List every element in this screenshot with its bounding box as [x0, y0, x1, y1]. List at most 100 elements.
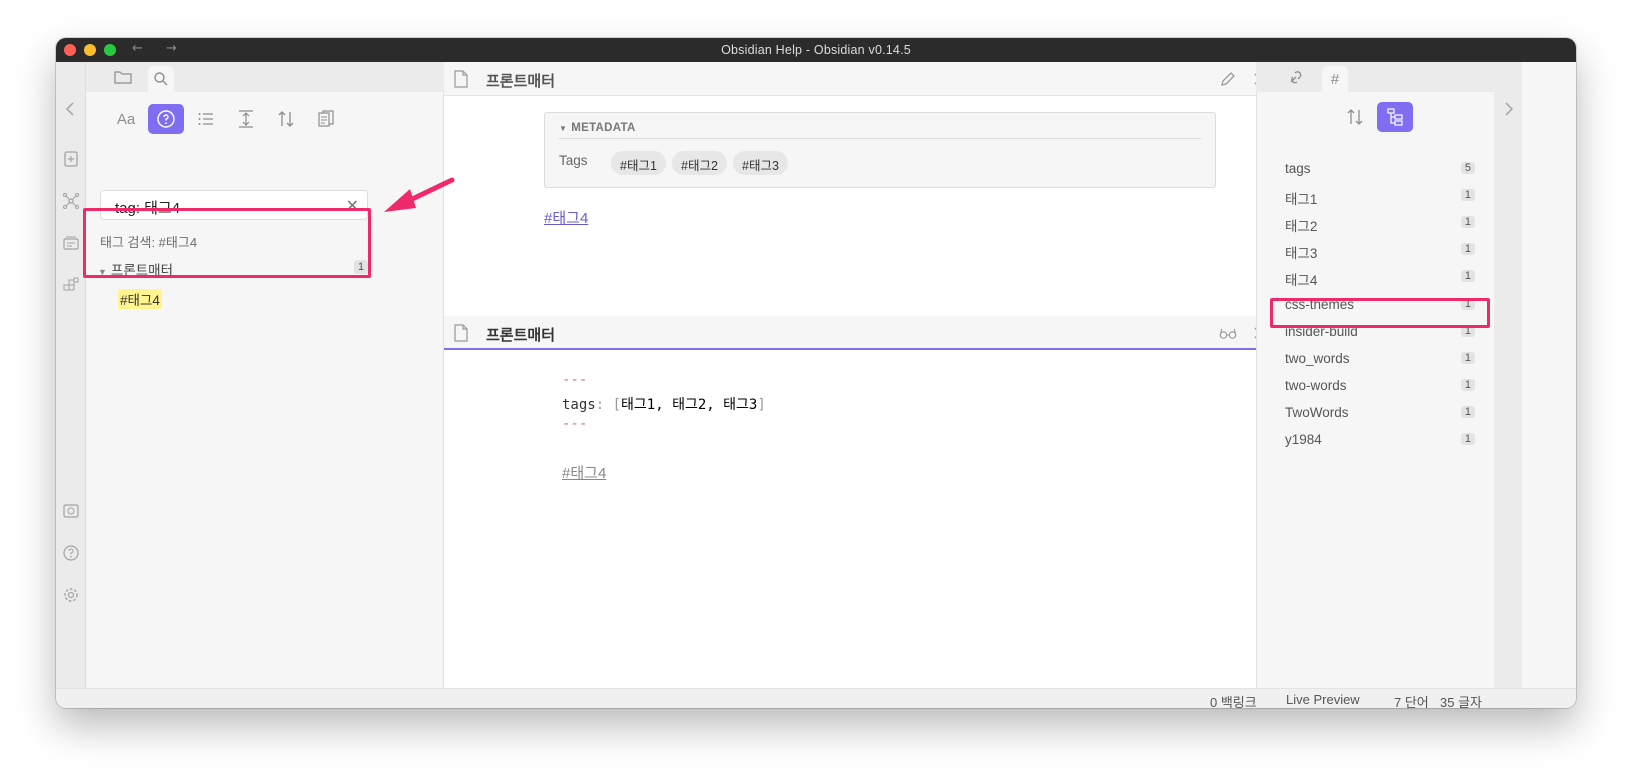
sort-arrows-icon: [278, 111, 294, 127]
metadata-box: ▼ METADATA Tags #태그1 #태그2 #태그3: [544, 112, 1216, 188]
question-circle-icon: [157, 110, 175, 128]
quick-switcher-icon[interactable]: [62, 150, 80, 168]
tab-tags[interactable]: #: [1322, 66, 1348, 92]
folder-icon: [114, 71, 132, 84]
result-match-snippet[interactable]: #태그4: [118, 289, 162, 309]
char-count: 35 글자: [1440, 695, 1482, 708]
tag-row[interactable]: y1984 1: [1285, 429, 1475, 451]
yaml-close-bracket: ]: [757, 397, 766, 413]
app-window: ← → Obsidian Help - Obsidian v0.14.5 Aa: [56, 38, 1576, 708]
right-sidebar-tabs: #: [1256, 62, 1494, 92]
collapse-triangle-icon: ▼: [559, 124, 568, 133]
plugins-icon[interactable]: [62, 276, 80, 294]
tag-name: tags: [1285, 161, 1311, 176]
vault-icon[interactable]: [62, 502, 80, 520]
tag-count: 1: [1460, 379, 1475, 391]
right-ribbon: [1494, 62, 1522, 688]
tab-search[interactable]: [148, 66, 174, 92]
tag-name: TwoWords: [1285, 405, 1349, 420]
tag-name: 태그4: [1285, 273, 1318, 288]
match-case-button[interactable]: Aa: [108, 104, 144, 134]
edit-pencil-icon[interactable]: [1218, 69, 1238, 89]
metadata-tag[interactable]: #태그1: [611, 151, 666, 175]
title-bar: ← → Obsidian Help - Obsidian v0.14.5: [56, 38, 1576, 62]
tag-count: 1: [1460, 433, 1475, 445]
collapse-results-button[interactable]: [188, 104, 224, 134]
tag-count: 5: [1460, 162, 1475, 174]
editor-mode[interactable]: Live Preview: [1286, 692, 1360, 707]
metadata-key-tags: Tags: [559, 153, 588, 168]
frontmatter-delimiter-open[interactable]: ---: [562, 372, 587, 388]
expand-vertical-icon: [239, 110, 253, 128]
metadata-divider: [559, 138, 1201, 139]
tag-row[interactable]: 태그2 1: [1285, 212, 1475, 234]
collapse-right-icon[interactable]: [1499, 100, 1517, 118]
tab-outgoing-links[interactable]: [1284, 66, 1310, 88]
tree-icon: [1387, 108, 1403, 126]
yaml-key: tags: [562, 397, 596, 413]
sort-button[interactable]: [268, 104, 304, 134]
top-pane-title[interactable]: 프론트매터: [486, 70, 555, 91]
tag-name: y1984: [1285, 432, 1322, 447]
collapse-left-icon[interactable]: [62, 100, 80, 118]
word-count: 7 단어: [1394, 695, 1429, 708]
tag-row[interactable]: 태그1 1: [1285, 185, 1475, 207]
copy-results-button[interactable]: [308, 104, 344, 134]
bottom-pane-header: 프론트매터: [444, 316, 1356, 350]
tag-count: 1: [1460, 243, 1475, 255]
highlight-annotation-box: [1270, 298, 1490, 328]
tag-row[interactable]: 태그4 1: [1285, 266, 1475, 288]
sort-arrows-icon: [1347, 109, 1363, 125]
frontmatter-delimiter-close[interactable]: ---: [562, 416, 587, 432]
top-pane-header: 프론트매터: [444, 62, 1356, 96]
metadata-tag[interactable]: #태그2: [672, 151, 727, 175]
yaml-open-bracket: [: [612, 397, 622, 413]
source-tag-link[interactable]: #태그4: [562, 462, 606, 483]
tag-count: 1: [1460, 352, 1475, 364]
tag-row[interactable]: 태그3 1: [1285, 239, 1475, 261]
bottom-pane-title[interactable]: 프론트매터: [486, 324, 555, 345]
tag-name: 태그2: [1285, 219, 1318, 234]
tag-count: 1: [1460, 189, 1475, 201]
tag-row[interactable]: two-words 1: [1285, 375, 1475, 397]
tag-row[interactable]: two_words 1: [1285, 348, 1475, 370]
tag-name: two-words: [1285, 378, 1347, 393]
link-icon: [1290, 71, 1302, 84]
nested-tags-button[interactable]: [1377, 102, 1413, 132]
tag-count: 1: [1460, 270, 1475, 282]
sort-tags-button[interactable]: [1337, 102, 1373, 132]
metadata-header[interactable]: ▼ METADATA: [559, 122, 636, 134]
inline-tag-link[interactable]: #태그4: [544, 207, 588, 228]
hash-icon: #: [1330, 70, 1340, 88]
tag-row[interactable]: TwoWords 1: [1285, 402, 1475, 424]
tag-count: 1: [1460, 216, 1475, 228]
backlinks-count[interactable]: 0 백링크: [1210, 692, 1257, 708]
tag-count: 1: [1460, 406, 1475, 418]
yaml-colon: :: [595, 397, 605, 413]
tag-row[interactable]: tags 5: [1285, 158, 1475, 180]
copy-icon: [318, 110, 334, 127]
settings-gear-icon[interactable]: [62, 586, 80, 604]
frontmatter-tags-line[interactable]: tags: [태그1, 태그2, 태그3]: [562, 394, 766, 414]
explain-search-button[interactable]: [148, 104, 184, 134]
annotation-arrow-icon: [384, 177, 455, 212]
slides-icon[interactable]: [62, 234, 80, 252]
window-title: Obsidian Help - Obsidian v0.14.5: [721, 43, 911, 57]
tag-name: 태그3: [1285, 246, 1318, 261]
left-sidebar-tabs: [86, 62, 444, 92]
file-icon: [454, 70, 468, 88]
match-case-label: Aa: [116, 110, 136, 128]
ribbon: [56, 62, 86, 688]
reading-glasses-icon[interactable]: [1218, 323, 1238, 343]
metadata-header-label: METADATA: [571, 122, 636, 134]
status-bar: 0 백링크 Live Preview 7 단어 35 글자: [56, 688, 1576, 708]
graph-view-icon[interactable]: [62, 192, 80, 210]
tab-file-explorer[interactable]: [110, 66, 136, 88]
tag-name: 태그1: [1285, 192, 1318, 207]
show-more-context-button[interactable]: [228, 104, 264, 134]
highlight-annotation-box: [83, 208, 371, 278]
main-editor-area: 프론트매터 ▼ METADATA Tags #태그1 #태그2 #태그3 #태그4…: [444, 62, 1356, 688]
help-icon[interactable]: [62, 544, 80, 562]
metadata-tag[interactable]: #태그3: [733, 151, 788, 175]
file-icon: [454, 324, 468, 342]
